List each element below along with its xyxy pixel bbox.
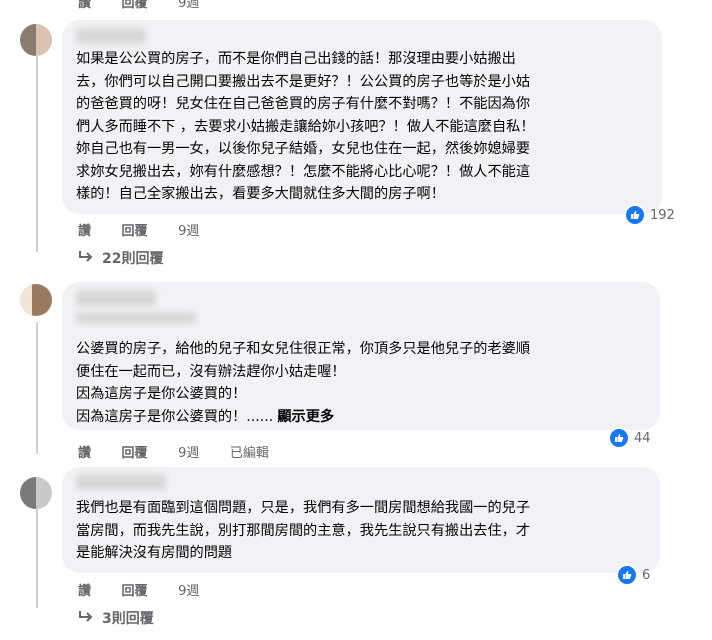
edited-label[interactable]: 已編輯 bbox=[230, 446, 269, 461]
author-name[interactable] bbox=[76, 28, 146, 44]
comment-actions: 讚 回覆 9週 bbox=[78, 0, 225, 11]
like-link[interactable]: 讚 bbox=[78, 224, 91, 239]
replies-count: 22則回覆 bbox=[102, 251, 164, 267]
author-name[interactable] bbox=[76, 290, 156, 306]
reply-link[interactable]: 回覆 bbox=[122, 446, 148, 461]
thumbs-up-icon bbox=[616, 564, 638, 586]
author-name[interactable] bbox=[76, 474, 166, 490]
thumbs-up-icon bbox=[624, 204, 646, 226]
comment-actions: 讚 回覆 9週 bbox=[78, 580, 225, 599]
reaction-summary[interactable]: 6 bbox=[616, 564, 651, 586]
reply-arrow-icon bbox=[78, 610, 94, 626]
like-link[interactable]: 讚 bbox=[78, 584, 91, 599]
view-replies-link[interactable]: 3則回覆 bbox=[78, 608, 154, 628]
timestamp[interactable]: 9週 bbox=[178, 584, 199, 599]
thread-line bbox=[36, 56, 38, 252]
timestamp[interactable]: 9週 bbox=[178, 224, 199, 239]
reaction-summary[interactable]: 192 bbox=[624, 204, 675, 226]
reaction-count: 6 bbox=[642, 567, 651, 583]
avatar[interactable] bbox=[20, 24, 52, 56]
thumbs-up-icon bbox=[608, 427, 630, 449]
timestamp[interactable]: 9週 bbox=[178, 0, 199, 11]
avatar[interactable] bbox=[20, 477, 52, 509]
avatar[interactable] bbox=[20, 284, 52, 316]
view-replies-link[interactable]: 22則回覆 bbox=[78, 248, 163, 268]
reply-arrow-icon bbox=[78, 250, 94, 266]
reply-link[interactable]: 回覆 bbox=[122, 224, 148, 239]
like-link[interactable]: 讚 bbox=[78, 446, 91, 461]
see-more-link[interactable]: 顯示更多 bbox=[277, 409, 334, 425]
thread-line bbox=[36, 322, 38, 454]
comment-actions: 讚 回覆 9週 已編輯 bbox=[78, 442, 295, 461]
timestamp[interactable]: 9週 bbox=[178, 446, 199, 461]
reaction-count: 44 bbox=[634, 430, 651, 446]
reply-link[interactable]: 回覆 bbox=[122, 584, 148, 599]
reaction-count: 192 bbox=[650, 207, 675, 223]
comment-text: 我們也是有面臨到這個問題，只是，我們有多一間房間想給我國一的兒子 當房間，而我先… bbox=[76, 500, 531, 561]
like-link[interactable]: 讚 bbox=[78, 0, 91, 11]
reply-link[interactable]: 回覆 bbox=[122, 0, 148, 11]
reaction-summary[interactable]: 44 bbox=[608, 427, 651, 449]
replies-count: 3則回覆 bbox=[102, 611, 154, 627]
comment-actions: 讚 回覆 9週 bbox=[78, 220, 225, 239]
comment-text: 公婆買的房子，給他的兒子和女兒住很正常，你頂多只是他兒子的老婆順 便住在一起而已… bbox=[76, 341, 531, 425]
thread-line bbox=[36, 503, 38, 608]
comment-text: 如果是公公買的房子，而不是你們自己出錢的話！那沒理由要小姑搬出 去，你們可以自己… bbox=[76, 51, 535, 202]
